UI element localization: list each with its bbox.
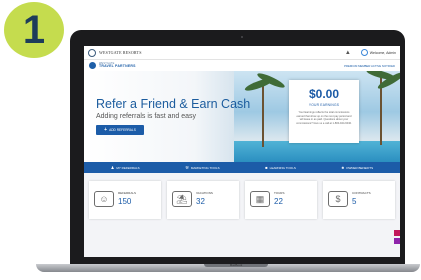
step-number-badge: 1 bbox=[4, 2, 64, 58]
stat-card-tours[interactable]: ▦ TOURS 22 bbox=[245, 181, 317, 219]
help-side-tab[interactable] bbox=[394, 230, 400, 236]
add-referrals-button[interactable]: + ADD REFERRALS bbox=[96, 125, 144, 135]
top-header: WESTGATE RESORTS ▲ Welcome, Admin bbox=[84, 46, 400, 60]
nav-label: OWNER BENEFITS bbox=[346, 165, 374, 170]
brand-name: WESTGATE RESORTS bbox=[99, 50, 142, 55]
book-icon: ■ bbox=[265, 165, 268, 170]
tours-icon: ▦ bbox=[250, 191, 270, 207]
stat-value: 150 bbox=[118, 197, 132, 206]
nav-learning-tools[interactable]: ■ LEARNING TOOLS bbox=[265, 165, 296, 170]
stat-card-vacations[interactable]: ⛱ VACATIONS 32 bbox=[167, 181, 239, 219]
earnings-card: $0.00 YOUR EARNINGS Your Earnings reflec… bbox=[289, 80, 359, 143]
nav-label: MARKETING TOOLS bbox=[190, 165, 220, 170]
vacations-icon: ⛱ bbox=[172, 191, 192, 207]
laptop-model-label: MacBook bbox=[229, 263, 243, 267]
main-nav: ♟ MY REFERRALS ⚒ MARKETING TOOLS ■ LEARN… bbox=[84, 162, 400, 173]
hero-subtitle: Adding referrals is fast and easy bbox=[96, 113, 196, 120]
hero-title: Refer a Friend & Earn Cash bbox=[96, 97, 251, 111]
user-avatar[interactable] bbox=[360, 49, 368, 56]
nav-label: MY REFERRALS bbox=[116, 165, 140, 170]
notification-icon[interactable]: ▲ bbox=[345, 50, 351, 56]
nav-marketing-tools[interactable]: ⚒ MARKETING TOOLS bbox=[185, 165, 219, 170]
travel-partners-brand-main: TRAVEL PARTNERS bbox=[99, 64, 136, 68]
referrals-icon: ☺ bbox=[94, 191, 114, 207]
laptop-camera bbox=[241, 36, 243, 38]
plus-icon: + bbox=[104, 127, 108, 133]
welcome-text[interactable]: Welcome, Admin bbox=[370, 51, 396, 55]
user-icon: ♟ bbox=[110, 165, 115, 170]
add-referrals-label: ADD REFERRALS bbox=[109, 128, 136, 132]
laptop-screen: WESTGATE RESORTS ▲ Welcome, Admin WESTGA… bbox=[84, 46, 400, 257]
stat-value: 22 bbox=[274, 197, 283, 206]
stat-label: REFERRALS bbox=[118, 191, 137, 195]
stat-label: TOURS bbox=[274, 191, 285, 195]
travel-partners-brand: WESTGATE TRAVEL PARTNERS bbox=[99, 62, 136, 69]
nav-my-referrals[interactable]: ♟ MY REFERRALS bbox=[111, 165, 140, 170]
hero-pool-image bbox=[234, 141, 400, 162]
nav-label: LEARNING TOOLS bbox=[269, 165, 296, 170]
tools-icon: ⚒ bbox=[185, 165, 189, 170]
stat-card-referrals[interactable]: ☺ REFERRALS 150 bbox=[89, 181, 161, 219]
travel-partners-logo-icon[interactable] bbox=[89, 62, 96, 69]
member-status: PREMIUM MEMBER ACTIVE NOTIFIED bbox=[344, 63, 395, 68]
stat-value: 32 bbox=[196, 197, 205, 206]
step-number: 1 bbox=[22, 8, 46, 52]
earnings-label: YOUR EARNINGS bbox=[308, 103, 340, 107]
chat-side-tab[interactable] bbox=[394, 238, 400, 244]
referral-hero: Refer a Friend & Earn Cash Adding referr… bbox=[84, 71, 400, 162]
sub-header: WESTGATE TRAVEL PARTNERS PREMIUM MEMBER … bbox=[84, 60, 400, 71]
people-icon: ♣ bbox=[341, 165, 345, 170]
earnings-amount: $0.00 bbox=[308, 87, 340, 101]
stat-label: VACATIONS bbox=[196, 191, 213, 195]
stat-label: CONTRACTS bbox=[352, 191, 371, 195]
contracts-icon: $ bbox=[328, 191, 348, 207]
westgate-logo-icon[interactable] bbox=[88, 48, 96, 57]
nav-owner-benefits[interactable]: ♣ OWNER BENEFITS bbox=[342, 165, 374, 170]
palm-trunk bbox=[262, 85, 264, 147]
stat-card-contracts[interactable]: $ CONTRACTS 5 bbox=[323, 181, 395, 219]
earnings-description: Your Earnings reflects the total commiss… bbox=[296, 111, 352, 125]
stat-value: 5 bbox=[352, 197, 357, 206]
stats-row: ☺ REFERRALS 150 ⛱ VACATIONS 32 ▦ TOURS 2… bbox=[84, 173, 400, 219]
